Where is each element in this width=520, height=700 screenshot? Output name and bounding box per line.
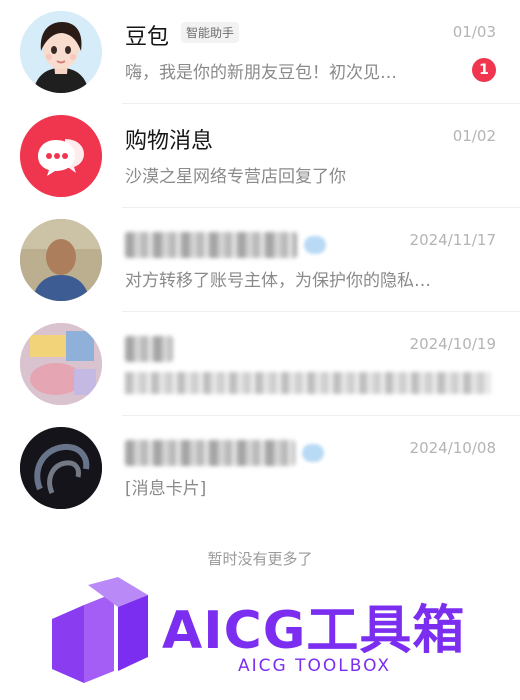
conversation-blurred-contact-1[interactable]: 2024/11/17 对方转移了账号主体，为保护你的隐私… — [0, 208, 520, 312]
conversation-date: 01/03 — [452, 23, 496, 41]
avatar — [20, 115, 102, 197]
conversation-blurred-contact-3[interactable]: 2024/10/08 [消息卡片] — [0, 416, 520, 520]
conversation-shopping[interactable]: 购物消息 01/02 沙漠之星网络专营店回复了你 — [0, 104, 520, 208]
verified-badge-icon — [304, 236, 326, 254]
name-redacted — [125, 232, 297, 258]
no-more-text: 暂时没有更多了 — [207, 550, 313, 568]
conversation-preview: 嗨，我是你的新朋友豆包！初次见… — [125, 63, 397, 83]
conversation-date: 2024/10/19 — [409, 335, 496, 353]
conversation-doubao[interactable]: 豆包 智能助手 01/03 嗨，我是你的新朋友豆包！初次见… 1 — [0, 0, 520, 104]
avatar — [20, 323, 102, 405]
unread-badge: 1 — [472, 58, 496, 82]
preview-redacted — [125, 372, 490, 394]
conversation-preview: 沙漠之星网络专营店回复了你 — [125, 167, 346, 187]
chat-bubble-icon — [20, 115, 102, 197]
blurred-photo-icon — [20, 323, 102, 405]
conversation-preview: [消息卡片] — [125, 479, 207, 499]
watermark-title: AICG工具箱 — [162, 601, 466, 661]
blurred-photo-icon — [20, 219, 102, 301]
name-redacted — [125, 336, 173, 362]
avatar — [20, 427, 102, 509]
conversation-date: 2024/10/08 — [409, 439, 496, 457]
conversation-date: 2024/11/17 — [409, 231, 496, 249]
avatar — [20, 219, 102, 301]
conversation-name: 购物消息 — [125, 129, 214, 154]
avatar — [20, 11, 102, 93]
conversation-blurred-contact-2[interactable]: 2024/10/19 — [0, 312, 520, 416]
name-redacted — [125, 440, 295, 466]
verified-badge-icon — [302, 444, 324, 462]
toolbox-logo-icon — [52, 577, 148, 683]
girl-avatar-icon — [20, 11, 102, 93]
watermark-subtitle: AICG TOOLBOX — [238, 656, 392, 676]
blurred-photo-icon — [20, 427, 102, 509]
assistant-tag: 智能助手 — [181, 22, 240, 43]
conversation-name: 豆包 — [125, 25, 170, 50]
conversation-date: 01/02 — [452, 127, 496, 145]
conversation-preview: 对方转移了账号主体，为保护你的隐私… — [125, 271, 431, 291]
